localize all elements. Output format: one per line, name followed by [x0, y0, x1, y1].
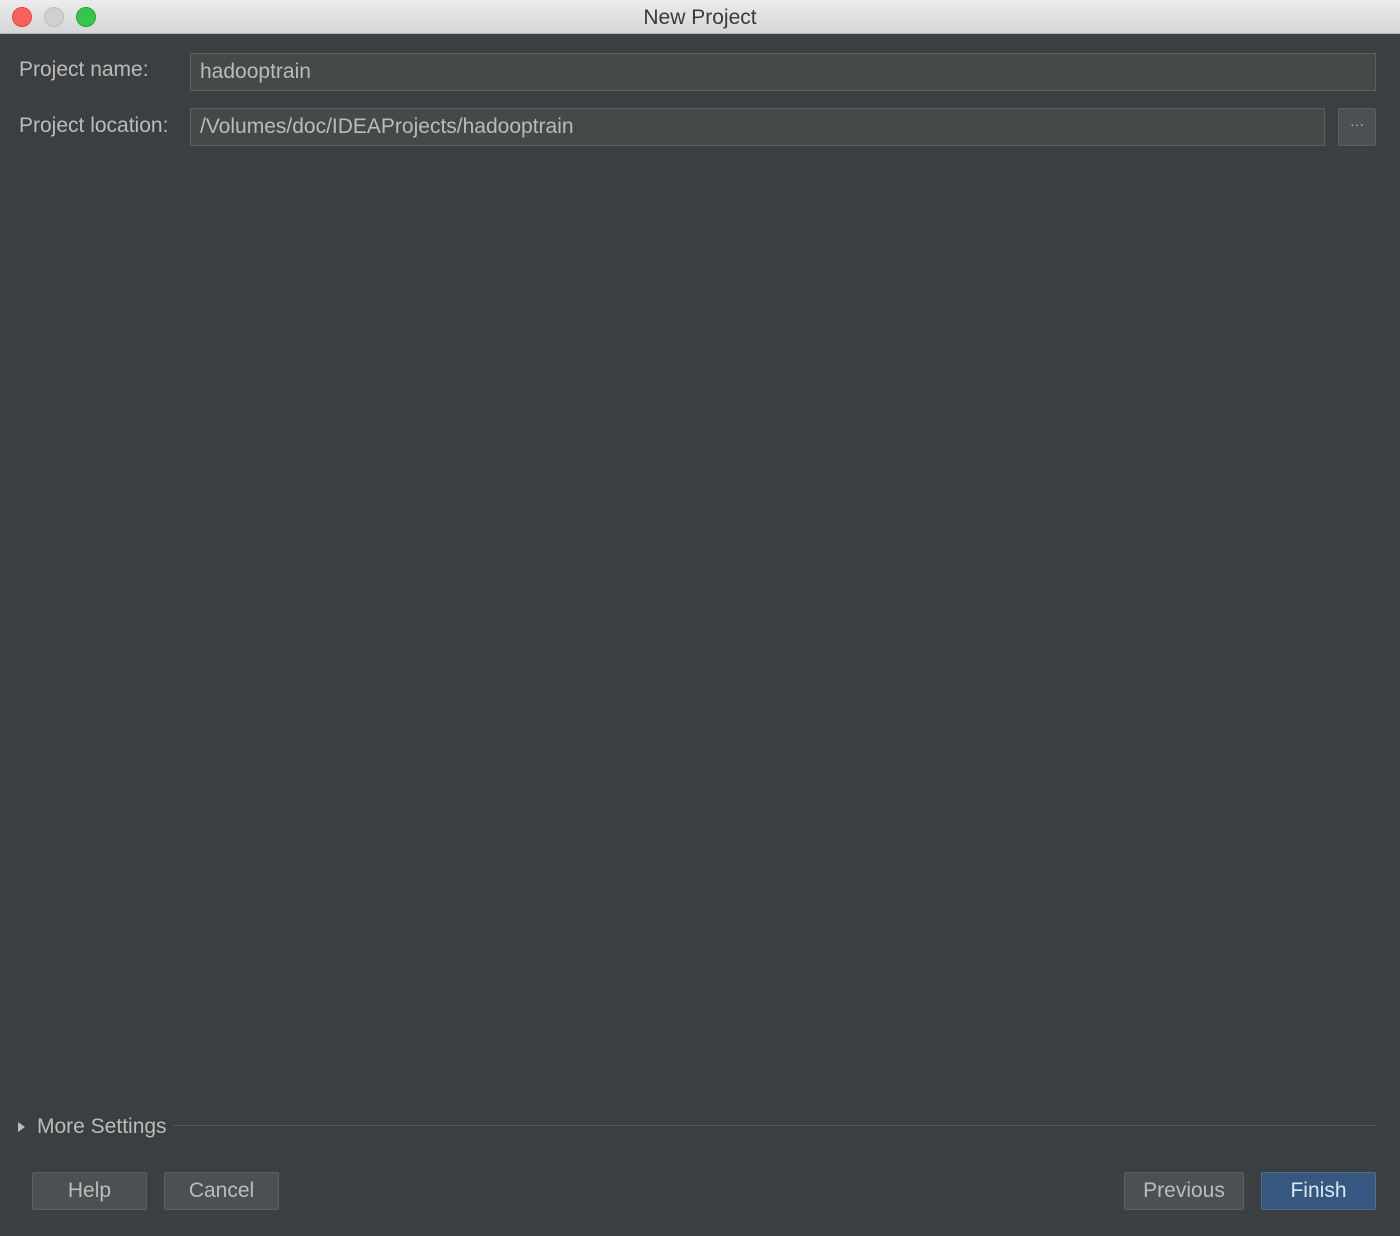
more-settings-toggle[interactable]: More Settings — [18, 1112, 167, 1142]
help-button[interactable]: Help — [32, 1172, 147, 1210]
title-bar: New Project — [0, 0, 1400, 34]
new-project-dialog: New Project Project name: hadooptrain Pr… — [0, 0, 1400, 1236]
browse-button[interactable]: ··· — [1338, 108, 1376, 146]
project-name-label: Project name: — [19, 58, 149, 81]
window-title: New Project — [643, 6, 757, 29]
triangle-right-icon — [18, 1122, 25, 1132]
finish-button[interactable]: Finish — [1261, 1172, 1376, 1210]
project-name-input[interactable]: hadooptrain — [190, 53, 1376, 91]
project-location-label: Project location: — [19, 114, 169, 137]
more-settings-label: More Settings — [37, 1115, 167, 1138]
previous-button[interactable]: Previous — [1124, 1172, 1244, 1210]
cancel-button[interactable]: Cancel — [164, 1172, 279, 1210]
more-settings-separator — [173, 1125, 1376, 1126]
project-location-input[interactable]: /Volumes/doc/IDEAProjects/hadooptrain — [190, 108, 1325, 146]
